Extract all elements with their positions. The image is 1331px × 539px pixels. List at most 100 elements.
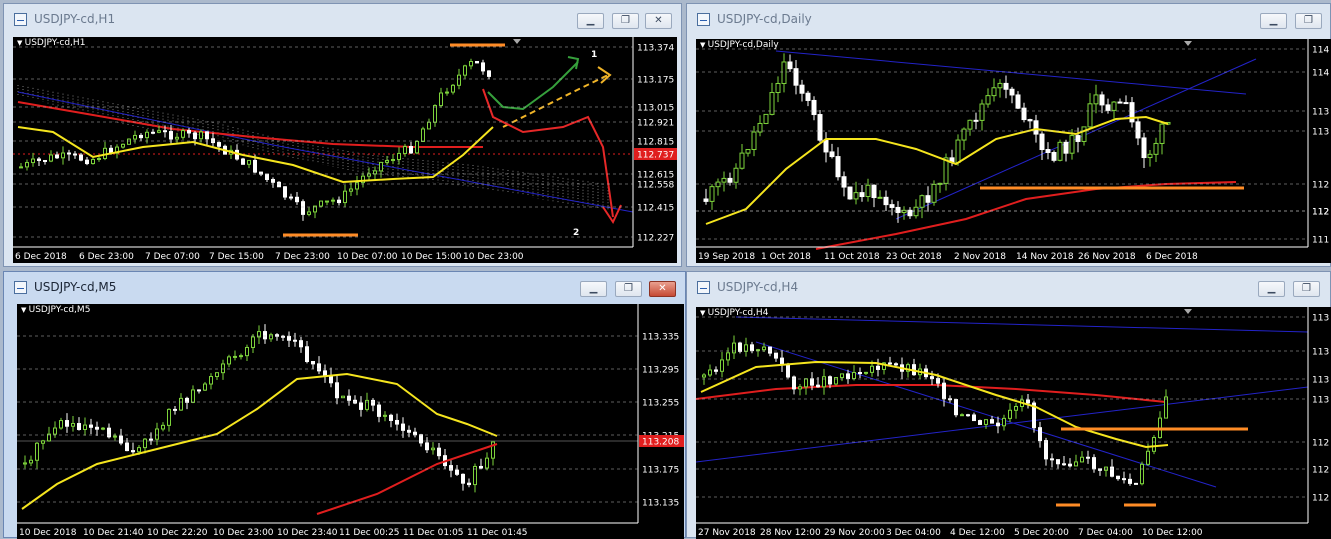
bear-candle bbox=[317, 363, 321, 372]
time-label: 7 Dec 23:00 bbox=[275, 252, 330, 262]
bear-candle bbox=[187, 130, 191, 134]
close-button[interactable]: ✕ bbox=[649, 281, 676, 297]
maximize-button[interactable]: ❐ bbox=[615, 281, 642, 297]
bear-candle bbox=[197, 389, 201, 392]
price-label: 112 bbox=[1312, 181, 1329, 191]
bear-candle bbox=[449, 465, 453, 471]
time-label: 10 Dec 07:00 bbox=[337, 252, 398, 262]
chart-canvas[interactable]: 113 113 113 113 112 112 112 27 Nov 2018 28 Nov 1… bbox=[696, 307, 1331, 539]
bull-candle bbox=[101, 427, 105, 430]
bear-candle bbox=[173, 408, 177, 411]
chart-window-h1[interactable]: USDJPY-cd,H1 ▁ ❐ ✕ 1 2 113.374 113.175 113.0… bbox=[3, 3, 682, 267]
bull-candle bbox=[485, 457, 489, 469]
bull-candle bbox=[383, 414, 387, 417]
bear-candle bbox=[337, 199, 341, 204]
moving-average-slow bbox=[316, 443, 498, 515]
price-label: 112.227 bbox=[637, 234, 674, 244]
bull-candle bbox=[751, 131, 757, 150]
chart-window-daily[interactable]: USDJPY-cd,Daily ▁ ❐ 114 114 113 113 112 112 11… bbox=[686, 3, 1331, 267]
bear-candle bbox=[347, 395, 351, 401]
bull-candle bbox=[463, 65, 467, 76]
falling-trend-line bbox=[755, 341, 1217, 488]
window-title-bar[interactable]: USDJPY-cd,Daily ▁ ❐ bbox=[687, 4, 1330, 34]
minimize-button[interactable]: ▁ bbox=[1260, 13, 1287, 29]
bull-candle bbox=[59, 420, 63, 429]
bear-candle bbox=[395, 419, 399, 425]
bear-candle bbox=[816, 384, 820, 388]
bull-candle bbox=[397, 152, 401, 161]
minimize-button[interactable]: ▁ bbox=[577, 13, 604, 29]
bull-candle bbox=[1081, 126, 1087, 142]
bear-candle bbox=[1039, 133, 1045, 151]
bear-candle bbox=[119, 435, 123, 444]
price-label: 112 bbox=[1312, 208, 1329, 218]
bear-candle bbox=[786, 363, 790, 378]
bull-candle bbox=[167, 408, 171, 426]
price-label: 113 bbox=[1312, 128, 1329, 138]
bear-candle bbox=[65, 420, 69, 427]
close-button[interactable]: ✕ bbox=[645, 13, 672, 29]
bull-candle bbox=[744, 344, 748, 352]
price-chart[interactable]: 114 114 113 113 112 112 112 111 19 Sep 2018 1 Oct… bbox=[696, 39, 1331, 263]
price-chart[interactable]: 113 113 113 113 112 112 112 27 Nov 2018 28 Nov 1… bbox=[696, 307, 1331, 539]
bull-candle bbox=[31, 158, 35, 164]
bear-candle bbox=[714, 369, 718, 372]
bear-candle bbox=[817, 114, 823, 141]
bull-candle bbox=[133, 134, 137, 140]
bear-candle bbox=[1063, 141, 1069, 154]
chart-window-m5[interactable]: USDJPY-cd,M5 ▁ ❐ ✕ 113.335 113.295 113.255… bbox=[3, 271, 686, 539]
bull-candle bbox=[355, 182, 359, 190]
bull-candle bbox=[415, 140, 419, 154]
window-title-bar[interactable]: USDJPY-cd,H4 ▁ ❐ bbox=[687, 272, 1330, 302]
bull-candle bbox=[1002, 417, 1006, 427]
bear-candle bbox=[859, 192, 865, 198]
window-title-bar[interactable]: USDJPY-cd,M5 ▁ ❐ ✕ bbox=[4, 272, 685, 302]
bear-candle bbox=[1105, 104, 1111, 111]
price-chart[interactable]: 1 2 113.374 113.175 113.015 112.921 112.815 112… bbox=[13, 37, 677, 263]
price-chart[interactable]: 113.335113.295113.255113.215113.208113.1… bbox=[17, 304, 684, 539]
bear-candle bbox=[847, 186, 853, 200]
bull-candle bbox=[181, 130, 185, 138]
current-price-tag: 113.208 bbox=[642, 438, 679, 448]
bull-candle bbox=[343, 190, 347, 204]
bull-candle bbox=[1080, 456, 1084, 463]
price-label: 113.374 bbox=[637, 44, 674, 54]
minimize-button[interactable]: ▁ bbox=[1258, 281, 1285, 297]
chart-window-h4[interactable]: USDJPY-cd,H4 ▁ ❐ 113 113 113 113 112 112 112 27… bbox=[686, 271, 1331, 539]
bear-candle bbox=[211, 138, 215, 144]
chart-canvas[interactable]: 113.335113.295113.255113.215113.208113.1… bbox=[17, 304, 684, 539]
bear-candle bbox=[811, 99, 817, 116]
bear-candle bbox=[1003, 82, 1009, 90]
bull-candle bbox=[53, 427, 57, 435]
bull-candle bbox=[732, 342, 736, 354]
maximize-button[interactable]: ❐ bbox=[612, 13, 639, 29]
bull-candle bbox=[385, 160, 389, 163]
bear-candle bbox=[1086, 456, 1090, 459]
bear-candle bbox=[253, 159, 257, 173]
bear-candle bbox=[883, 196, 889, 206]
bear-candle bbox=[37, 158, 41, 161]
price-label: 112.615 bbox=[637, 171, 674, 181]
chart-symbol-label: USDJPY-cd,Daily bbox=[700, 40, 779, 50]
bull-candle bbox=[35, 442, 39, 461]
bear-candle bbox=[151, 131, 155, 134]
maximize-button[interactable]: ❐ bbox=[1293, 281, 1320, 297]
bear-candle bbox=[1051, 151, 1057, 161]
bear-candle bbox=[389, 414, 393, 421]
chart-canvas[interactable]: 11411411311311211211211119 Sep 2018 1 Oct… bbox=[696, 39, 1331, 263]
bull-candle bbox=[19, 166, 23, 169]
chart-canvas[interactable]: 1 2 113.374 113.175 113.015 112.921 112.815 112… bbox=[13, 37, 677, 263]
minimize-button[interactable]: ▁ bbox=[580, 281, 607, 297]
bear-candle bbox=[727, 177, 733, 183]
bear-candle bbox=[889, 204, 895, 208]
bear-candle bbox=[750, 344, 754, 352]
bull-candle bbox=[781, 61, 787, 84]
window-title-bar[interactable]: USDJPY-cd,H1 ▁ ❐ ✕ bbox=[4, 4, 681, 34]
time-label: 1 Oct 2018 bbox=[761, 252, 811, 262]
time-label: 28 Nov 12:00 bbox=[760, 528, 821, 538]
bear-candle bbox=[1015, 94, 1021, 109]
bull-candle bbox=[203, 383, 207, 391]
bear-candle bbox=[846, 373, 850, 380]
maximize-button[interactable]: ❐ bbox=[1295, 13, 1322, 29]
bull-candle bbox=[113, 435, 117, 438]
